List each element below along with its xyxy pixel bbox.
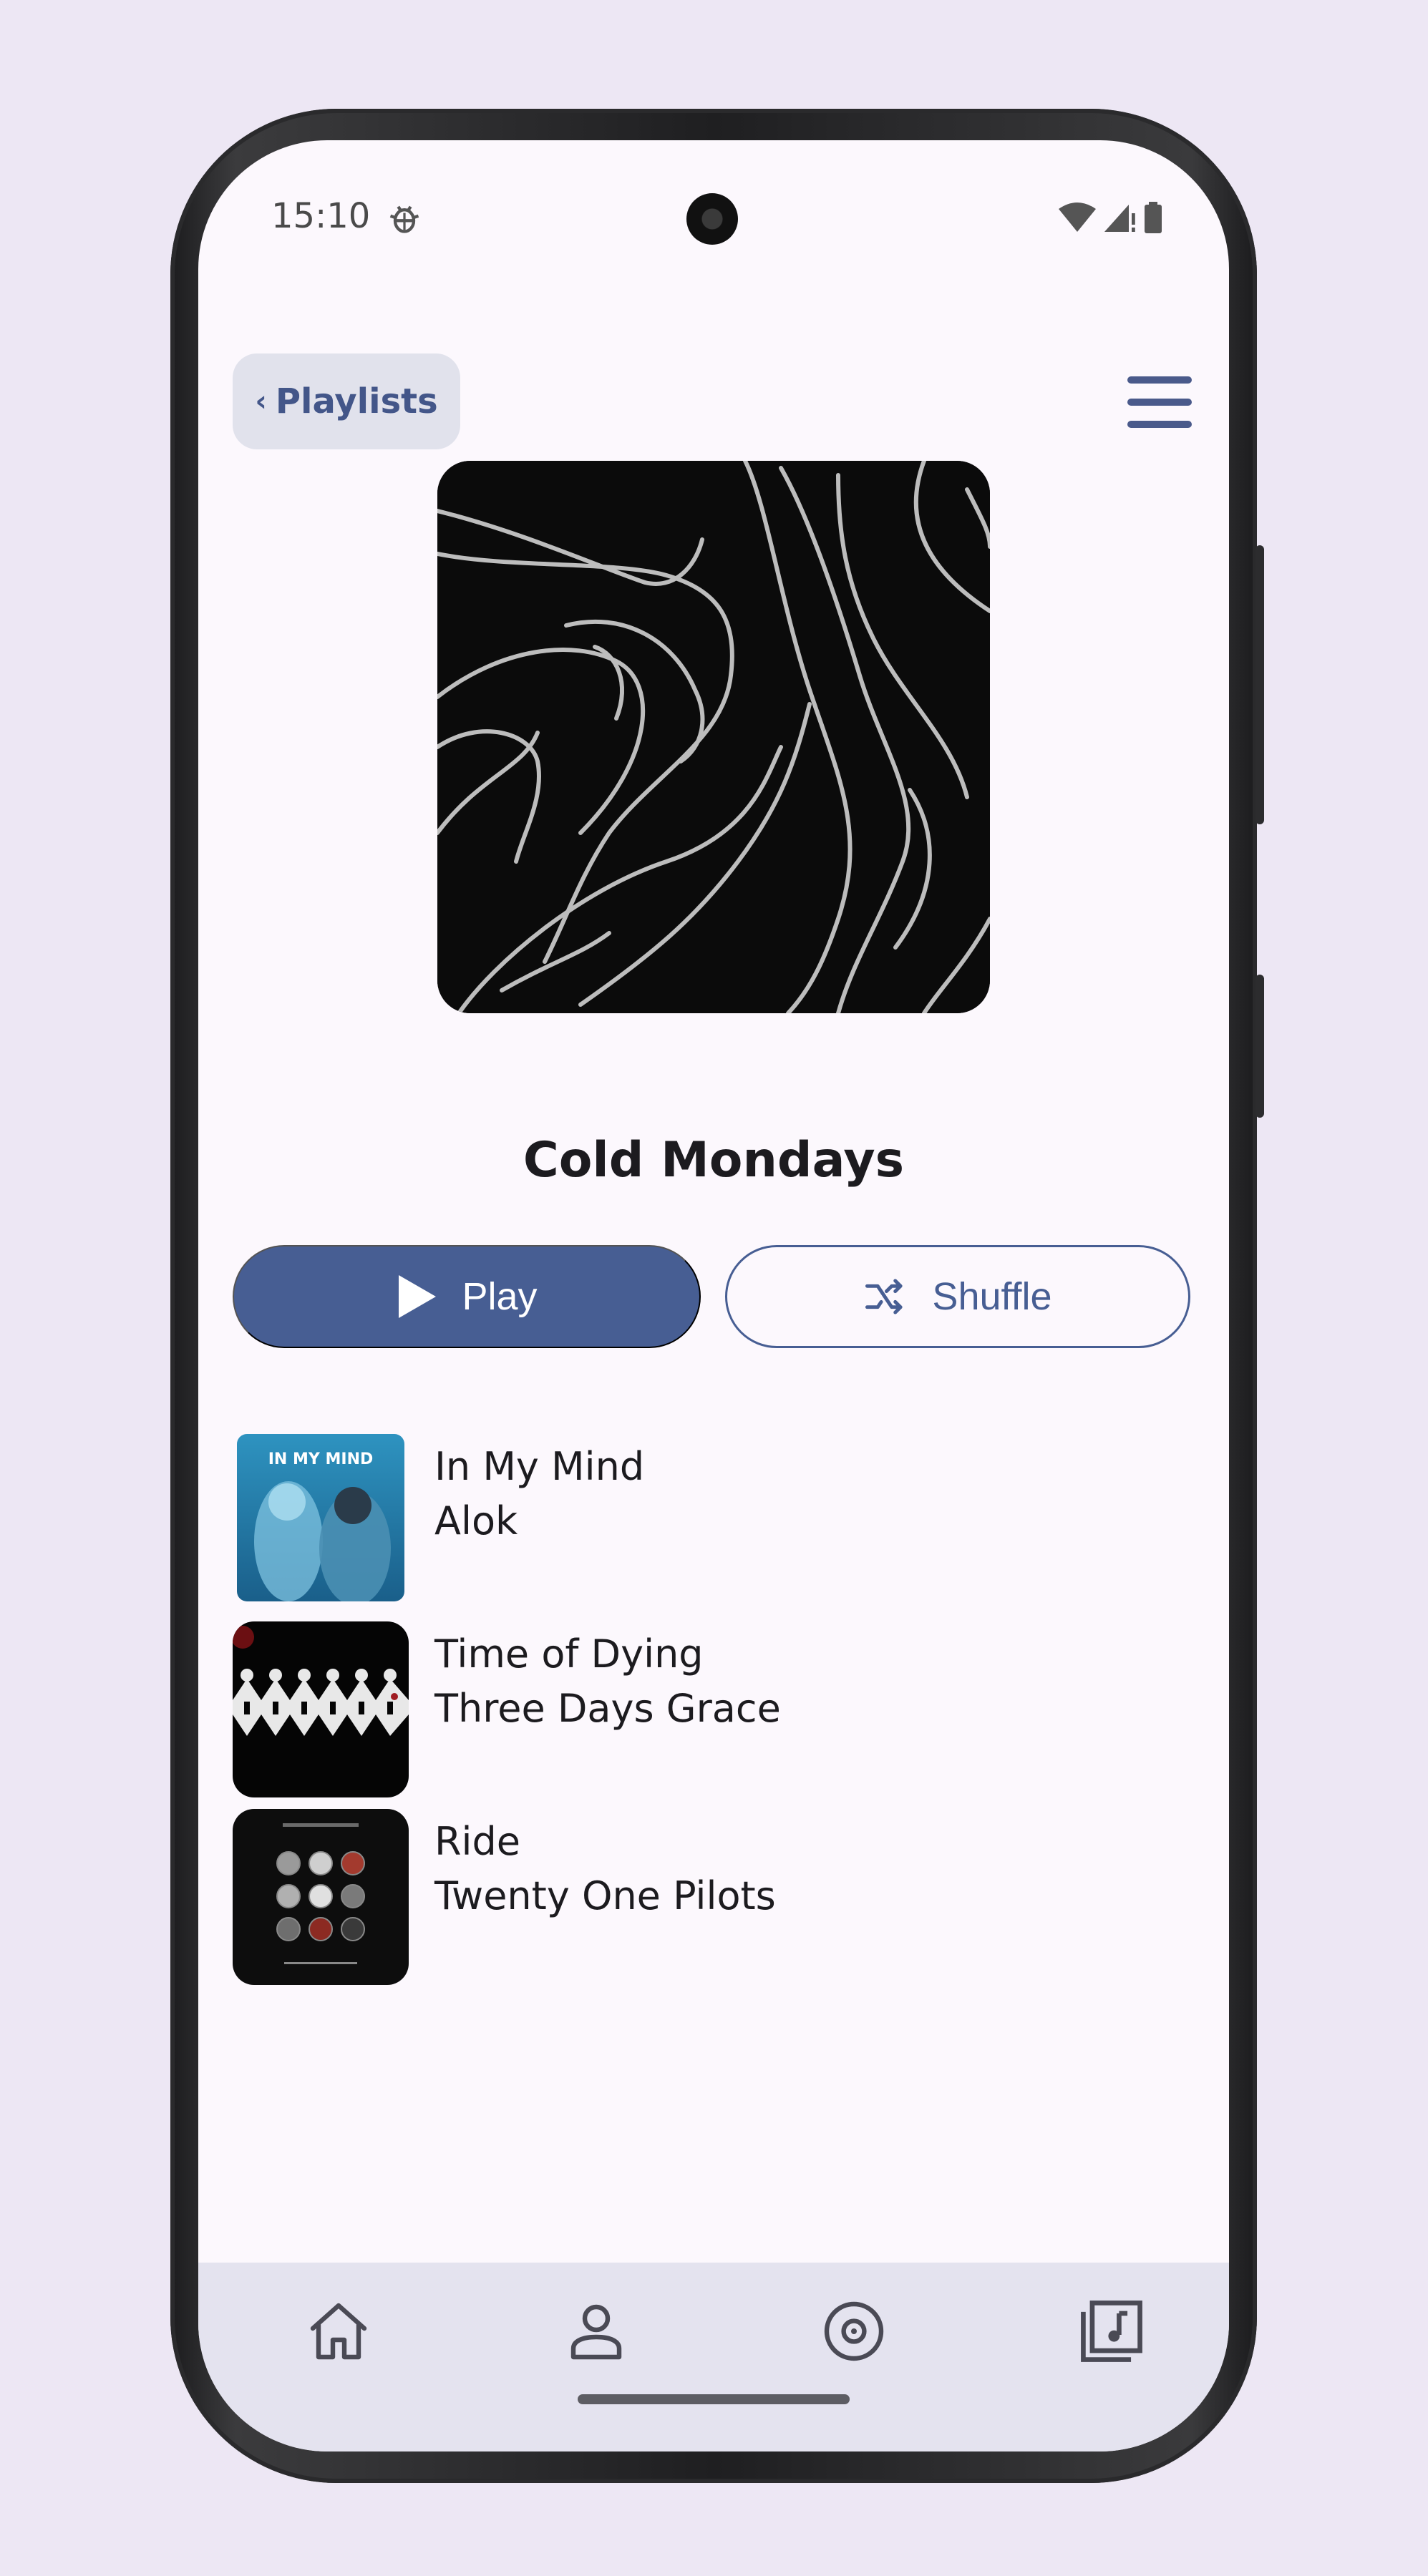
chevron-left-icon: ‹: [255, 385, 267, 418]
power-button: [1255, 975, 1264, 1118]
shuffle-icon: [865, 1279, 903, 1314]
phone-frame: 15:10 ‹ Playlists Cold Mondays Play Shuf…: [170, 109, 1264, 2483]
nav-profile[interactable]: [553, 2288, 639, 2374]
battery-icon: [1145, 202, 1162, 233]
shuffle-button[interactable]: Shuffle: [725, 1245, 1190, 1348]
back-button-label: Playlists: [275, 381, 438, 421]
song-item[interactable]: Time of Dying Three Days Grace: [233, 1621, 1192, 1809]
song-title: Ride: [434, 1819, 521, 1864]
home-icon: [310, 2303, 367, 2360]
playlist-cover-art: [437, 461, 990, 1013]
volume-button: [1255, 545, 1264, 824]
library-music-icon: [1081, 2301, 1142, 2362]
song-title: In My Mind: [434, 1444, 645, 1489]
play-icon: [399, 1275, 437, 1318]
play-button-label: Play: [462, 1275, 538, 1318]
bug-icon: [389, 205, 419, 233]
shuffle-button-label: Shuffle: [932, 1275, 1052, 1318]
back-to-playlists-button[interactable]: ‹ Playlists: [233, 353, 460, 449]
svg-text:IN MY MIND: IN MY MIND: [268, 1450, 374, 1468]
nav-library[interactable]: [1069, 2288, 1155, 2374]
song-item[interactable]: IN MY MIND In My Mind Alok: [233, 1434, 1192, 1621]
album-art-time-of-dying: [233, 1621, 409, 1797]
song-list: IN MY MIND In My Mind Alok Time of Dying…: [233, 1434, 1192, 1996]
screen: 15:10 ‹ Playlists Cold Mondays Play Shuf…: [198, 140, 1229, 2451]
signal-icon: [1104, 205, 1135, 232]
song-item[interactable]: Ride Twenty One Pilots: [233, 1809, 1192, 1996]
front-camera: [686, 193, 738, 245]
menu-icon[interactable]: [1127, 376, 1192, 428]
song-artist: Three Days Grace: [434, 1686, 781, 1731]
profile-icon: [570, 2304, 622, 2360]
song-title: Time of Dying: [434, 1631, 704, 1677]
album-art-in-my-mind: IN MY MIND: [237, 1434, 404, 1601]
play-button[interactable]: Play: [233, 1245, 701, 1348]
song-artist: Twenty One Pilots: [434, 1873, 776, 1918]
bottom-navigation: [198, 2263, 1229, 2451]
disc-icon: [824, 2301, 884, 2361]
home-indicator[interactable]: [578, 2394, 850, 2404]
song-artist: Alok: [434, 1498, 518, 1543]
nav-now-playing[interactable]: [811, 2288, 897, 2374]
playlist-title: Cold Mondays: [523, 1132, 905, 1189]
album-art-ride: [233, 1809, 409, 1985]
status-icons: [1059, 202, 1163, 233]
cover-art-image: [437, 461, 990, 1013]
status-time: 15:10: [271, 196, 371, 236]
nav-home[interactable]: [296, 2288, 382, 2374]
status-bar: 15:10: [198, 140, 1229, 255]
wifi-icon: [1059, 203, 1096, 232]
